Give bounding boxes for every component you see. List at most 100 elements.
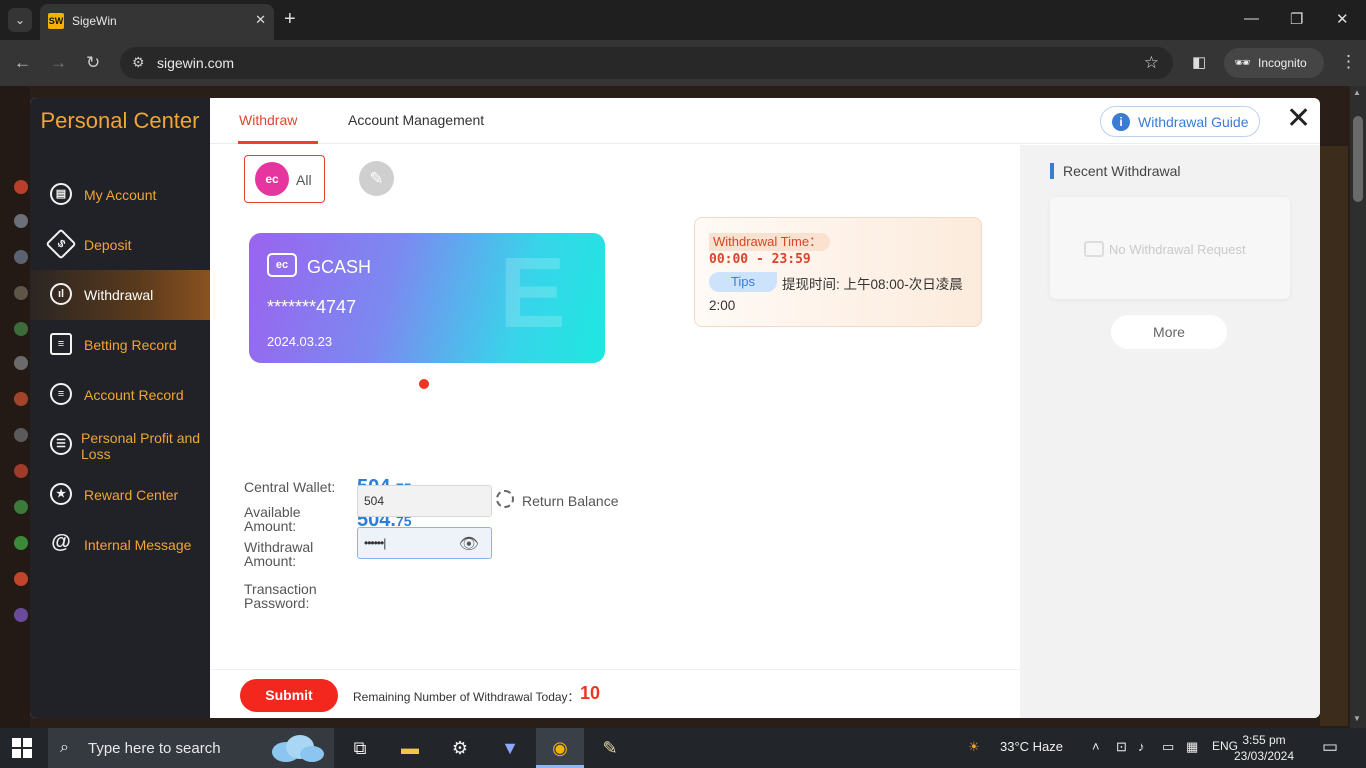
tab-search-button[interactable]: ⌄: [8, 8, 32, 32]
sidebar-item-betting-record[interactable]: ≡ Betting Record: [30, 320, 210, 370]
withdrawal-guide-label: Withdrawal Guide: [1138, 114, 1249, 130]
transaction-password-label: Transaction Password:: [244, 581, 317, 611]
browser-tab-bar: ⌄ SW SigeWin ✕ + — ❐ ✕: [0, 0, 1366, 40]
sidebar-item-internal-message[interactable]: @ Internal Message: [30, 520, 210, 570]
url-text: sigewin.com: [157, 55, 235, 71]
sidebar-item-deposit[interactable]: $ Deposit: [30, 220, 210, 270]
empty-inbox-icon: [1084, 241, 1104, 257]
scroll-up-arrow[interactable]: ▲: [1353, 88, 1361, 97]
gcash-card[interactable]: E ec GCASH *******4747 2024.03.23: [249, 233, 605, 363]
tab-withdraw[interactable]: Withdraw: [239, 112, 297, 128]
reward-icon: ★: [50, 483, 72, 505]
withdrawal-time-note: 提现时间: 上午08:00-次日凌晨2:00: [709, 277, 963, 313]
tab-bar: Withdraw Account Management i Withdrawal…: [210, 98, 1320, 144]
incognito-badge[interactable]: 🕶 Incognito: [1224, 48, 1324, 78]
scroll-down-arrow[interactable]: ▼: [1353, 714, 1361, 723]
weather-icon[interactable]: ☀: [968, 739, 980, 755]
sidebar-title: Personal Center: [40, 108, 200, 133]
taskbar-search-box[interactable]: ⌕ Type here to search: [48, 728, 334, 768]
personal-center-modal: Personal Center ▤ My Account $ Deposit ı…: [30, 98, 1320, 718]
withdraw-footer: Submit Remaining Number of Withdrawal To…: [210, 669, 1020, 718]
settings-icon[interactable]: ⚙: [436, 728, 484, 768]
notification-icon[interactable]: ▭: [1322, 737, 1338, 757]
new-tab-button[interactable]: +: [284, 9, 296, 29]
rail-icon: [14, 180, 28, 194]
withdrawal-amount-label: Withdrawal Amount:: [244, 539, 314, 569]
password-value: ••••••|: [364, 536, 386, 550]
central-wallet-label: Central Wallet:: [244, 479, 336, 495]
sidebar-item-withdrawal[interactable]: ıl Withdrawal: [30, 270, 210, 320]
browser-tab[interactable]: SW SigeWin ✕: [40, 4, 274, 40]
minimize-button[interactable]: —: [1244, 10, 1259, 27]
sidebar-item-label: My Account: [84, 187, 157, 203]
page-scrollbar[interactable]: ▲ ▼: [1350, 86, 1366, 728]
sidebar-item-label: Personal Profit and Loss: [81, 430, 201, 462]
reload-button[interactable]: ↻: [86, 53, 100, 73]
side-panel-icon[interactable]: ◧: [1192, 53, 1206, 71]
restore-button[interactable]: ❐: [1290, 10, 1303, 28]
sidebar-item-profit-loss[interactable]: ☰ Personal Profit and Loss: [30, 420, 210, 470]
rail-icon: [14, 500, 28, 514]
available-amount-label: Available Amount:: [244, 504, 301, 534]
tab-account-management[interactable]: Account Management: [348, 112, 484, 128]
card-date: 2024.03.23: [267, 334, 333, 349]
edit-icon[interactable]: ✎: [359, 161, 394, 196]
refresh-icon[interactable]: [496, 490, 514, 508]
active-tab-indicator: [238, 141, 318, 144]
scrollbar-thumb[interactable]: [1353, 116, 1363, 202]
windows-start-icon[interactable]: [12, 738, 32, 758]
volume-icon[interactable]: ♪: [1138, 739, 1145, 754]
sidebar-item-account-record[interactable]: ≡ Account Record: [30, 370, 210, 420]
rail-icon: [14, 214, 28, 228]
withdrawal-guide-button[interactable]: i Withdrawal Guide: [1100, 106, 1260, 137]
sidebar-item-label: Internal Message: [84, 537, 192, 553]
paint-app-icon[interactable]: ✎: [586, 728, 634, 768]
eye-hidden-icon[interactable]: 👁: [459, 534, 479, 554]
address-bar[interactable]: ⚙ sigewin.com ☆: [120, 47, 1173, 79]
taskbar-clock[interactable]: 3:55 pm 23/03/2024: [1220, 732, 1308, 764]
return-balance-button[interactable]: Return Balance: [522, 493, 619, 509]
task-view-icon[interactable]: ⧉: [336, 728, 384, 768]
sidebar-item-my-account[interactable]: ▤ My Account: [30, 170, 210, 220]
betting-record-icon: ≡: [50, 333, 72, 355]
camera-icon[interactable]: ⊡: [1116, 739, 1127, 755]
rail-icon: [14, 608, 28, 622]
transaction-password-input[interactable]: ••••••| 👁: [357, 527, 492, 559]
tab-title: SigeWin: [72, 14, 117, 28]
withdrawal-amount-input[interactable]: 504: [357, 485, 492, 517]
sidebar-item-reward-center[interactable]: ★ Reward Center: [30, 470, 210, 520]
site-favicon: SW: [48, 13, 64, 29]
site-settings-icon[interactable]: ⚙: [132, 54, 145, 71]
modal-close-icon[interactable]: ✕: [1286, 102, 1311, 136]
file-explorer-icon[interactable]: ▬: [386, 728, 434, 768]
weather-text[interactable]: 33°C Haze: [1000, 739, 1063, 754]
rail-icon: [14, 356, 28, 370]
browser-toolbar: ← → ↻ ⚙ sigewin.com ☆ ◧ 🕶 Incognito ⋮: [0, 40, 1366, 86]
back-button[interactable]: ←: [14, 53, 31, 73]
more-button[interactable]: More: [1111, 315, 1227, 349]
rail-icon: [14, 536, 28, 550]
forward-button[interactable]: →: [50, 53, 67, 73]
withdrawal-time-box: Withdrawal Time： 00:00 - 23:59 Tips 提现时间…: [694, 217, 982, 327]
submit-button[interactable]: Submit: [240, 679, 338, 712]
vpn-app-icon[interactable]: ▼: [486, 728, 534, 768]
profit-loss-icon: ☰: [50, 433, 72, 455]
bookmark-star-icon[interactable]: ☆: [1144, 53, 1159, 73]
tray-chevron-icon[interactable]: ˄: [1092, 739, 1100, 754]
rail-icon: [14, 322, 28, 336]
network-icon[interactable]: ▦: [1186, 739, 1198, 755]
search-placeholder: Type here to search: [88, 740, 221, 757]
carousel-indicator[interactable]: [419, 379, 429, 389]
background-left-rail: [0, 86, 30, 728]
sidebar-item-label: Deposit: [84, 237, 132, 253]
tab-close-icon[interactable]: ✕: [255, 12, 266, 28]
payment-method-all[interactable]: ec All: [244, 155, 325, 203]
background-right-strip: [1320, 146, 1348, 726]
weather-cloud-icon: [272, 735, 324, 762]
battery-icon[interactable]: ▭: [1162, 739, 1174, 755]
card-number: *******4747: [267, 297, 357, 317]
window-close-button[interactable]: ✕: [1336, 10, 1349, 28]
browser-menu-icon[interactable]: ⋮: [1340, 52, 1357, 72]
chrome-icon[interactable]: ◉: [536, 728, 584, 768]
rail-icon: [14, 392, 28, 406]
